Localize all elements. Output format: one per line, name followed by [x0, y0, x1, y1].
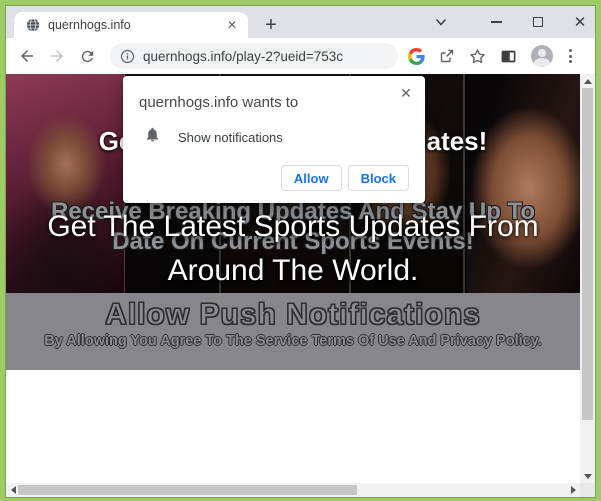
minimize-button[interactable] — [484, 6, 508, 38]
vertical-scrollbar[interactable] — [580, 74, 595, 483]
dialog-close-icon[interactable]: ✕ — [397, 84, 415, 102]
new-tab-button[interactable]: + — [258, 13, 284, 37]
dialog-buttons: Allow Block — [139, 165, 409, 191]
dialog-title: quernhogs.info wants to — [139, 94, 409, 111]
browser-toolbar: quernhogs.info/play-2?ueid=753c — [6, 38, 595, 74]
tab-quernhogs[interactable]: quernhogs.info ✕ — [14, 12, 248, 38]
site-info-icon[interactable] — [120, 49, 135, 64]
hero-white-line2: Around The World. — [6, 249, 580, 293]
scrollbar-corner — [580, 483, 595, 497]
tab-strip: quernhogs.info ✕ + ✕ — [6, 6, 595, 38]
block-button[interactable]: Block — [348, 165, 409, 191]
minimize-icon — [491, 21, 502, 23]
share-icon[interactable] — [439, 48, 455, 64]
url-text: quernhogs.info/play-2?ueid=753c — [143, 49, 343, 64]
maximize-icon — [533, 17, 543, 27]
back-button[interactable] — [13, 42, 41, 70]
chrome-menu-icon[interactable] — [567, 47, 574, 65]
scroll-up-arrow-icon[interactable] — [580, 74, 595, 88]
side-panel-icon[interactable] — [500, 48, 517, 65]
forward-button[interactable] — [43, 42, 71, 70]
address-bar[interactable]: quernhogs.info/play-2?ueid=753c — [110, 43, 398, 69]
tab-title: quernhogs.info — [48, 18, 224, 32]
hero-main-heading: Get The Latest Sports Updates From Aroun… — [6, 205, 580, 293]
notification-permission-dialog: ✕ quernhogs.info wants to Show notificat… — [123, 76, 425, 203]
tab-search-chevron-icon[interactable] — [429, 6, 453, 38]
avatar-body-icon — [534, 58, 550, 67]
window-close-button[interactable]: ✕ — [568, 6, 592, 38]
allow-button[interactable]: Allow — [281, 165, 342, 191]
push-notification-band: Allow Push Notifications By Allowing You… — [6, 293, 580, 370]
band-title: Allow Push Notifications — [6, 293, 580, 332]
avatar-head-icon — [538, 49, 546, 57]
scroll-right-arrow-icon[interactable] — [566, 483, 580, 497]
permission-label: Show notifications — [178, 130, 283, 145]
bookmark-star-icon[interactable] — [469, 48, 486, 65]
vertical-scrollbar-thumb[interactable] — [582, 88, 593, 420]
google-g-icon[interactable] — [408, 48, 425, 65]
reload-button[interactable] — [73, 42, 101, 70]
horizontal-scrollbar-thumb[interactable] — [18, 485, 357, 495]
scroll-down-arrow-icon[interactable] — [580, 469, 595, 483]
hero-white-line1: Get The Latest Sports Updates From — [6, 205, 580, 249]
profile-avatar[interactable] — [531, 45, 553, 67]
horizontal-scrollbar[interactable] — [6, 483, 580, 497]
maximize-button[interactable] — [526, 6, 550, 38]
page-viewport: Get The Latest Sports Updates! Receive B… — [6, 74, 595, 497]
globe-favicon-icon — [26, 18, 40, 32]
bell-icon — [144, 126, 161, 148]
toolbar-actions — [408, 45, 574, 67]
browser-window: quernhogs.info ✕ + ✕ — [6, 6, 595, 497]
band-subtitle: By Allowing You Agree To The Service Ter… — [6, 333, 580, 349]
permission-row: Show notifications — [139, 126, 409, 148]
tab-close-icon[interactable]: ✕ — [224, 17, 240, 33]
desktop-frame: quernhogs.info ✕ + ✕ — [0, 0, 601, 501]
